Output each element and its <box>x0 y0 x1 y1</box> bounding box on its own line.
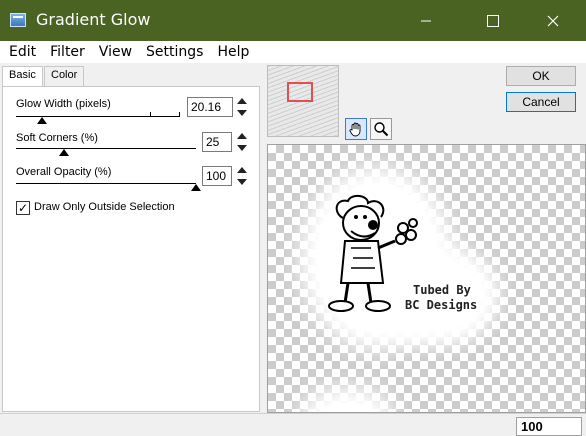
soft-corners-spinner[interactable] <box>236 132 248 152</box>
tab-strip: Basic Color <box>0 66 260 87</box>
overall-opacity-slider-track[interactable] <box>16 183 196 184</box>
title-bar: Gradient Glow <box>0 0 586 41</box>
spin-up-icon[interactable] <box>237 133 247 139</box>
minimize-button[interactable] <box>403 0 449 41</box>
soft-corners-slider-thumb[interactable] <box>59 149 69 156</box>
slider-tick <box>179 112 180 116</box>
tab-basic[interactable]: Basic <box>2 66 43 87</box>
magnifier-icon <box>374 122 389 137</box>
overall-opacity-label: Overall Opacity (%) <box>16 166 112 178</box>
main-preview[interactable]: Tubed By BC Designs <box>267 144 586 413</box>
glow-shape <box>316 403 378 412</box>
draw-only-outside-label: Draw Only Outside Selection <box>34 201 175 213</box>
overall-opacity-slider-thumb[interactable] <box>191 184 201 191</box>
app-icon <box>10 13 26 27</box>
tab-color[interactable]: Color <box>44 66 85 86</box>
menu-settings[interactable]: Settings <box>146 41 203 63</box>
glow-width-label: Glow Width (pixels) <box>16 98 111 110</box>
menu-filter[interactable]: Filter <box>50 41 85 63</box>
ok-button[interactable]: OK <box>506 66 576 86</box>
watermark-line2: BC Designs <box>405 298 478 312</box>
overall-opacity-input[interactable]: 100 <box>202 166 232 186</box>
window-title: Gradient Glow <box>36 10 151 29</box>
zoom-level: 100 <box>516 417 582 436</box>
close-icon <box>547 15 559 26</box>
close-button[interactable] <box>530 0 576 41</box>
watermark-line1: Tubed By <box>413 283 471 297</box>
hand-icon <box>349 122 361 137</box>
menu-bar: Edit Filter View Settings Help <box>0 41 586 63</box>
draw-only-outside-checkbox[interactable]: ✓ <box>16 201 30 215</box>
status-bar <box>0 413 586 436</box>
glow-width-spinner[interactable] <box>236 97 248 117</box>
soft-corners-slider-track[interactable] <box>16 148 196 149</box>
spin-down-icon[interactable] <box>237 110 247 116</box>
spin-down-icon[interactable] <box>237 179 247 185</box>
spin-up-icon[interactable] <box>237 167 247 173</box>
slider-tick <box>150 112 151 116</box>
zoom-tool-button[interactable] <box>370 118 392 140</box>
soft-corners-input[interactable]: 25 <box>202 132 232 152</box>
menu-help[interactable]: Help <box>217 41 249 63</box>
maximize-icon <box>487 14 499 27</box>
menu-view[interactable]: View <box>99 41 132 63</box>
glow-width-input[interactable]: 20.16 <box>187 97 233 117</box>
spin-down-icon[interactable] <box>237 145 247 151</box>
glow-width-slider-thumb[interactable] <box>37 117 47 124</box>
checkmark-icon: ✓ <box>17 201 29 215</box>
pan-tool-button[interactable] <box>345 118 367 140</box>
soft-corners-label: Soft Corners (%) <box>16 132 98 144</box>
spin-up-icon[interactable] <box>237 98 247 104</box>
menu-edit[interactable]: Edit <box>9 41 36 63</box>
overall-opacity-spinner[interactable] <box>236 166 248 186</box>
navigator-viewport-rect[interactable] <box>287 82 313 102</box>
cancel-button[interactable]: Cancel <box>506 92 576 112</box>
maximize-button[interactable] <box>470 0 516 41</box>
minimize-icon <box>421 20 431 21</box>
